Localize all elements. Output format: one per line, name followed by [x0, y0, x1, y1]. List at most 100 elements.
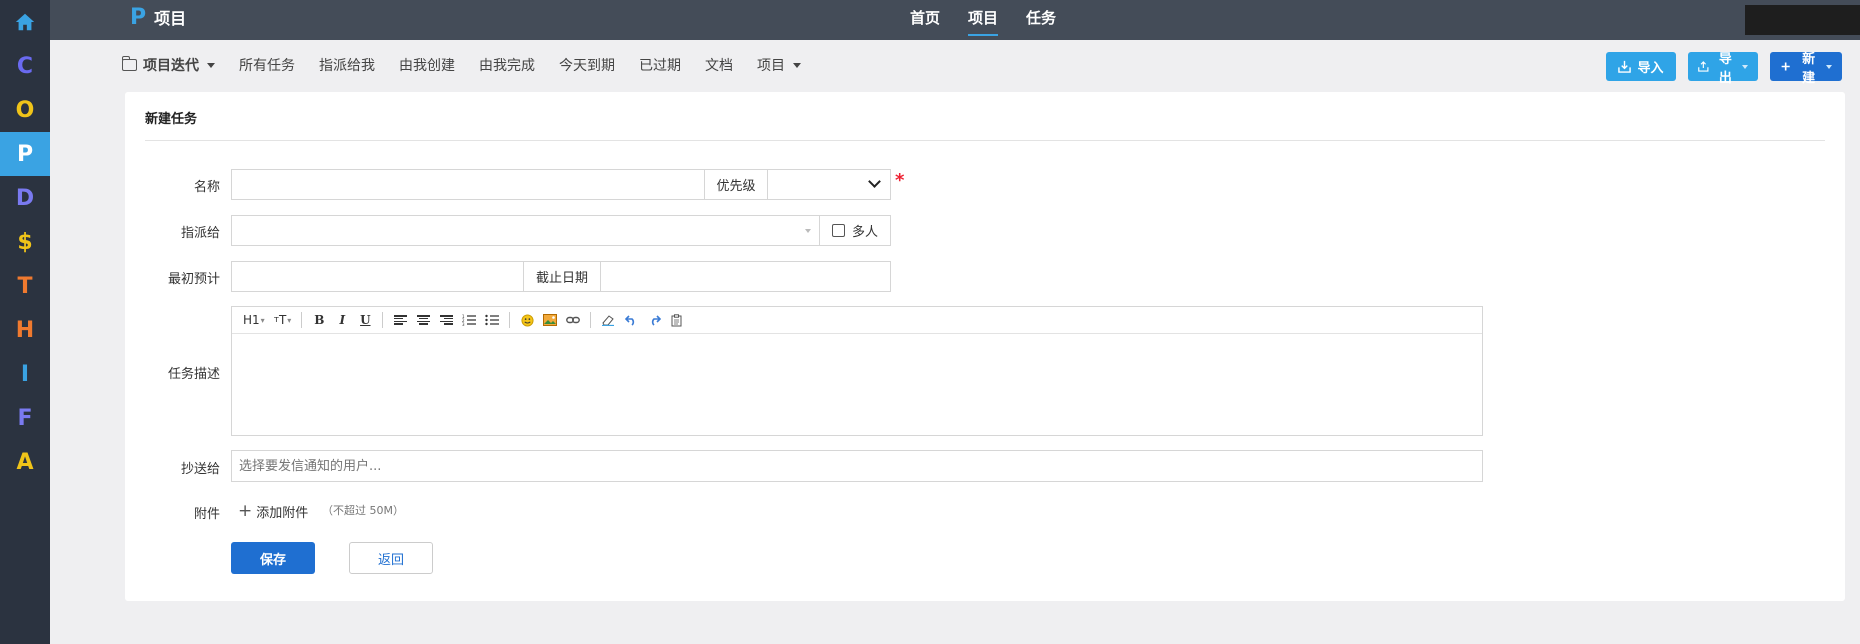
app-8[interactable]: F [0, 396, 50, 440]
import-icon [1618, 60, 1632, 73]
toolbar-separator [509, 312, 511, 328]
app-2[interactable]: P [0, 132, 50, 176]
priority-label: 优先级 [704, 169, 768, 200]
italic-icon[interactable]: I [332, 310, 352, 330]
caret-down-icon: ▾ [260, 315, 265, 325]
deadline-input[interactable] [600, 261, 891, 292]
top-bar: P 项目 首页 项目 任务 [50, 0, 1860, 40]
image-icon[interactable] [540, 310, 560, 330]
new-button[interactable]: 新建 [1770, 52, 1842, 86]
svg-text:3: 3 [462, 322, 465, 326]
ordered-list-icon[interactable]: 123 [459, 310, 479, 330]
app-5[interactable]: T [0, 264, 50, 308]
align-left-icon[interactable] [390, 310, 410, 330]
app-3[interactable]: D [0, 176, 50, 220]
toolbar-separator [382, 312, 384, 328]
cc-input[interactable] [231, 450, 1483, 482]
subnav-done-by-me[interactable]: 由我完成 [479, 55, 535, 75]
subnav-project[interactable]: 项目 [757, 55, 801, 75]
heading-button[interactable]: H1 ▾ [240, 310, 268, 330]
caret-down-icon [1826, 64, 1832, 69]
priority-select[interactable] [767, 169, 891, 200]
page-actions: 导入 导出 新建 [1606, 52, 1842, 86]
toolbar-separator [301, 312, 303, 328]
font-size-button[interactable]: т T ▾ [271, 310, 295, 330]
export-label: 导出 [1718, 51, 1732, 86]
subnav-all-tasks[interactable]: 所有任务 [239, 55, 295, 75]
required-marker: * [895, 170, 905, 191]
bold-icon[interactable]: B [309, 310, 329, 330]
plus-icon: + [238, 501, 253, 521]
name-input[interactable] [231, 169, 705, 200]
subnav-due-today[interactable]: 今天到期 [559, 55, 615, 75]
page-title: 新建任务 [145, 112, 198, 127]
multi-checkbox[interactable] [831, 224, 845, 237]
app-sidebar: C O P D $ T H I F A [0, 0, 50, 644]
redo-icon[interactable] [644, 310, 664, 330]
description-label: 任务描述 [167, 367, 220, 382]
app-1[interactable]: O [0, 88, 50, 132]
export-icon [1698, 61, 1709, 72]
brand[interactable]: P 项目 [130, 0, 186, 34]
align-center-icon[interactable] [413, 310, 433, 330]
subnav-overdue[interactable]: 已过期 [639, 55, 681, 75]
subnav-iteration[interactable]: 项目迭代 [122, 55, 215, 75]
caret-down-icon [207, 62, 215, 68]
font-size-label: T [278, 313, 287, 327]
description-textarea[interactable] [232, 334, 1482, 435]
top-nav: 首页 项目 任务 [910, 0, 1056, 36]
multi-toggle[interactable]: 多人 [819, 215, 891, 246]
chevron-down-icon [868, 175, 881, 188]
assign-select[interactable] [231, 215, 820, 246]
user-menu[interactable] [1745, 5, 1860, 35]
undo-icon[interactable] [621, 310, 641, 330]
nav-project[interactable]: 项目 [968, 1, 999, 36]
multi-label: 多人 [851, 225, 878, 240]
align-right-icon[interactable] [436, 310, 456, 330]
eraser-icon[interactable] [598, 310, 618, 330]
app-9[interactable]: A [0, 440, 50, 484]
deadline-label: 截止日期 [523, 261, 601, 292]
brand-logo: P [130, 4, 147, 30]
app-6[interactable]: H [0, 308, 50, 352]
nav-home[interactable]: 首页 [910, 1, 940, 34]
caret-down-icon: ▾ [287, 315, 292, 325]
back-button[interactable]: 返回 [349, 542, 433, 574]
add-attachment-button[interactable]: + 添加附件 [238, 501, 309, 522]
subnav-assigned-to-me[interactable]: 指派给我 [319, 55, 375, 75]
subnav-created-by-me[interactable]: 由我创建 [399, 55, 455, 75]
sub-nav: 项目迭代 所有任务 指派给我 由我创建 由我完成 今天到期 已过期 文档 项目 [122, 46, 801, 84]
nav-task[interactable]: 任务 [1026, 1, 1056, 34]
caret-down-icon [805, 229, 811, 233]
link-icon[interactable] [563, 310, 583, 330]
brand-name: 项目 [154, 9, 187, 28]
caret-down-icon [1742, 64, 1748, 69]
caret-down-icon [793, 62, 801, 68]
estimate-label: 最初预计 [167, 272, 220, 287]
paste-icon[interactable] [667, 310, 687, 330]
export-button[interactable]: 导出 [1688, 52, 1758, 86]
plus-icon [1781, 62, 1790, 71]
unordered-list-icon[interactable] [482, 310, 502, 330]
estimate-input[interactable] [231, 261, 524, 292]
toolbar-separator [590, 312, 592, 328]
new-label: 新建 [1802, 51, 1816, 86]
app-4[interactable]: $ [0, 220, 50, 264]
save-button[interactable]: 保存 [231, 542, 315, 574]
app-7[interactable]: I [0, 352, 50, 396]
editor-toolbar: H1 ▾ т T ▾ B I U 123 [232, 307, 1482, 334]
subnav-project-label: 项目 [757, 58, 785, 74]
import-button[interactable]: 导入 [1606, 52, 1676, 81]
subnav-docs[interactable]: 文档 [705, 55, 733, 75]
folder-icon [122, 56, 137, 71]
heading-label: H1 [243, 313, 260, 327]
add-attachment-label: 添加附件 [256, 506, 309, 521]
import-label: 导入 [1637, 61, 1664, 76]
divider [145, 140, 1825, 141]
underline-icon[interactable]: U [355, 310, 375, 330]
emoji-icon[interactable] [517, 310, 537, 330]
attachment-label: 附件 [193, 507, 220, 522]
app-0[interactable]: C [0, 44, 50, 88]
description-editor: H1 ▾ т T ▾ B I U 123 [231, 306, 1483, 436]
home-icon[interactable] [0, 0, 50, 44]
